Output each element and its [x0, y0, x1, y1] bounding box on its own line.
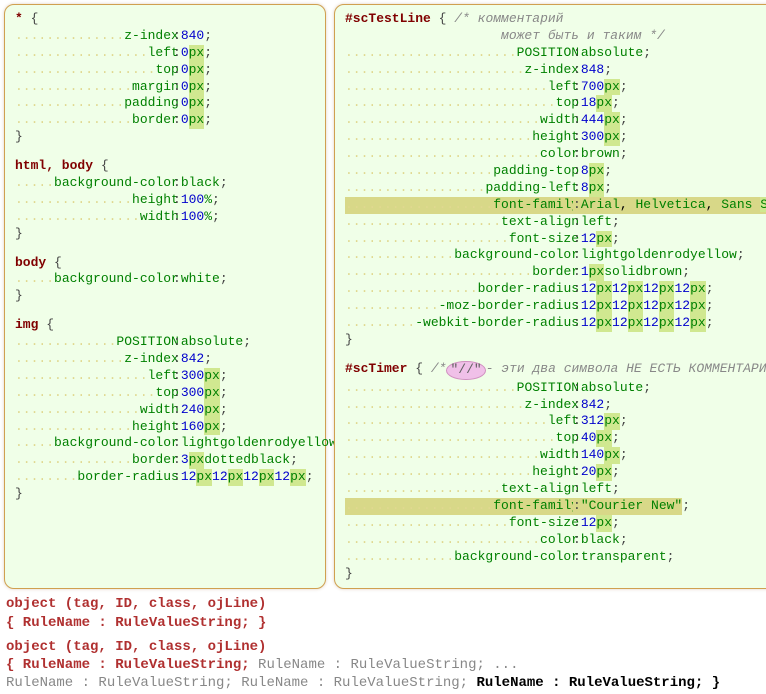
- css-rule-line: ...................padding-top: 8px;: [345, 163, 766, 180]
- css-rule-line: ......................POSITION: absolute…: [345, 45, 766, 62]
- css-rule-line: ..............background-color: transpar…: [345, 549, 766, 566]
- css-rule-line: ......................POSITION: absolute…: [345, 380, 766, 397]
- css-rule-line: ..........................left: 312px;: [345, 413, 766, 430]
- css-rule-line: ..............padding: 0px;: [15, 95, 315, 112]
- css-rule-line: ...........................top: 40px;: [345, 430, 766, 447]
- css-rule-line: ........................height: 20px;: [345, 464, 766, 481]
- syntax-line-2a: object (tag, ID, class, ojLine): [6, 638, 760, 656]
- css-rule-line: ...............border: 3px dotted black;: [15, 452, 315, 469]
- css-rule-line: .....background-color: black;: [15, 175, 315, 192]
- css-rule-line: ..................top: 0px;: [15, 62, 315, 79]
- css-rule-line: ...................font-family: "Courier…: [345, 498, 766, 515]
- css-rule-line: .........-webkit-border-radius: 12px 12p…: [345, 315, 766, 332]
- css-rule-line: ................width: 240px;: [15, 402, 315, 419]
- comment-badge-icon: "//": [446, 361, 485, 380]
- css-rule-line: ...............height: 100%;: [15, 192, 315, 209]
- css-rule-line: ............-moz-border-radius: 12px 12p…: [345, 298, 766, 315]
- css-rule-line: .............POSITION: absolute;: [15, 334, 315, 351]
- css-rule-line: .....................font-size: 12px;: [345, 231, 766, 248]
- syntax-line-2b: { RuleName : RuleValueString; RuleName :…: [6, 656, 760, 674]
- css-rule-line: ................width: 100%;: [15, 209, 315, 226]
- syntax-line-1b: { RuleName : RuleValueString; }: [6, 614, 760, 632]
- css-rule-line: ..........................left: 700px;: [345, 79, 766, 96]
- css-rule-line: ..............background-color: lightgol…: [345, 247, 766, 264]
- css-rule-line: .................border-radius: 12px 12p…: [345, 281, 766, 298]
- css-rule-line: ..................padding-left: 8px;: [345, 180, 766, 197]
- css-rule-line: .........................color: brown;: [345, 146, 766, 163]
- syntax-line-2c: RuleName : RuleValueString; RuleName : R…: [6, 674, 760, 692]
- css-rule-line: .................left: 300px;: [15, 368, 315, 385]
- css-rule-line: ...........................top: 18px;: [345, 95, 766, 112]
- css-rule-line: ..................top: 300px;: [15, 385, 315, 402]
- css-rule-line: ........................height: 300px;: [345, 129, 766, 146]
- css-rule-line: .......................z-index: 848;: [345, 62, 766, 79]
- css-rule-line: ...............border: 0px;: [15, 112, 315, 129]
- css-rule-line: .................left: 0px;: [15, 45, 315, 62]
- left-code-panel: * {..............z-index: 840;..........…: [4, 4, 326, 589]
- css-rule-line: .....background-color: white;: [15, 271, 315, 288]
- css-rule-line: .........................width: 140px;: [345, 447, 766, 464]
- css-rule-line: ..............z-index: 842;: [15, 351, 315, 368]
- css-rule-line: .......................z-index: 842;: [345, 397, 766, 414]
- css-rule-line: ....................text-align: left;: [345, 481, 766, 498]
- css-rule-line: ...............height: 160px;: [15, 419, 315, 436]
- right-code-panel: #scTestLine { /* комментарий может быть …: [334, 4, 766, 589]
- css-rule-line: ..............z-index: 840;: [15, 28, 315, 45]
- code-panels-row: * {..............z-index: 840;..........…: [0, 0, 766, 593]
- css-rule-line: .....background-color: lightgoldenrodyel…: [15, 435, 315, 452]
- css-rule-line: .....................font-size: 12px;: [345, 515, 766, 532]
- css-rule-line: ........border-radius: 12px 12px 12px 12…: [15, 469, 315, 486]
- css-rule-line: .........................color: black;: [345, 532, 766, 549]
- syntax-line-1a: object (tag, ID, class, ojLine): [6, 595, 760, 613]
- css-rule-line: ...................font-family: Arial, H…: [345, 197, 766, 214]
- css-rule-line: ........................border: 1px soli…: [345, 264, 766, 281]
- bottom-syntax-text: object (tag, ID, class, ojLine) { RuleNa…: [0, 593, 766, 694]
- css-rule-line: ...............margin: 0px;: [15, 79, 315, 96]
- css-rule-line: ....................text-align: left;: [345, 214, 766, 231]
- css-rule-line: .........................width: 444px;: [345, 112, 766, 129]
